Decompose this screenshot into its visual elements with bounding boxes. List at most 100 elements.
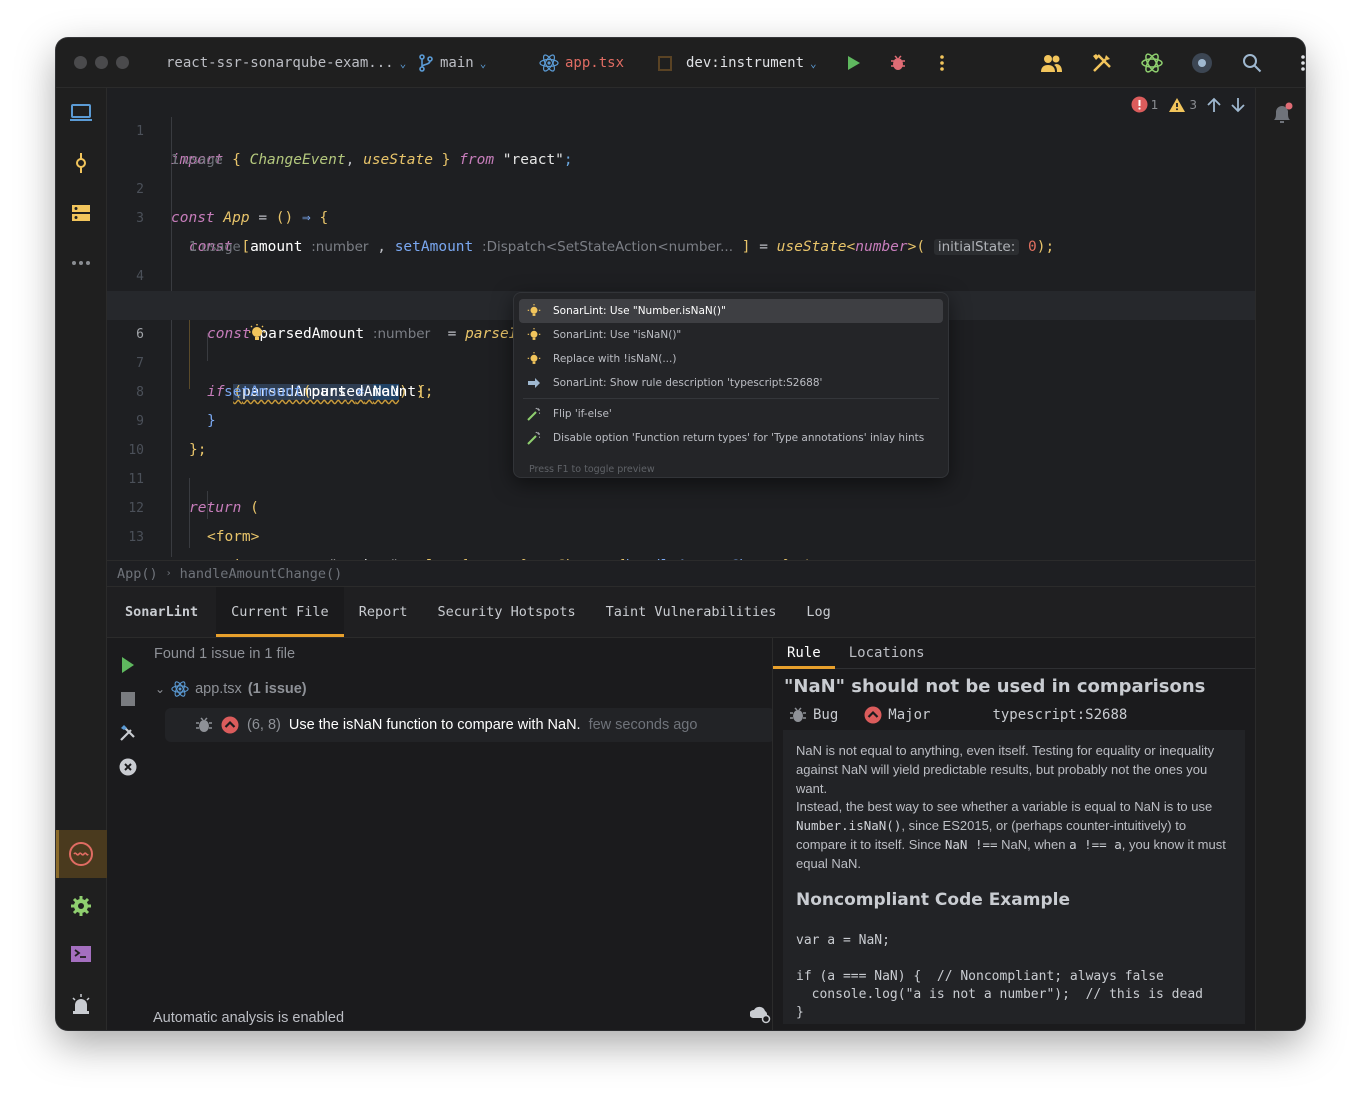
sonarlint-icon (69, 842, 93, 866)
intention-label: SonarLint: Show rule description 'typesc… (553, 377, 823, 389)
tools-icon (120, 725, 135, 741)
rule-severity: Major (888, 707, 931, 723)
more-vertical-icon (940, 55, 944, 71)
issue-row[interactable]: (6, 8) Use the isNaN function to compare… (165, 708, 775, 742)
wand-icon (527, 407, 541, 421)
usage-hint[interactable]: 1 usage (107, 117, 1255, 168)
branch-selector[interactable]: main ⌄ (418, 38, 486, 88)
more-actions-button[interactable] (929, 50, 955, 76)
terminal-tool-button[interactable] (68, 941, 94, 967)
chevron-down-icon[interactable]: ⌄ (155, 682, 165, 696)
project-name: react-ssr-sonarqube-exam... (166, 55, 394, 71)
breadcrumb-item[interactable]: handleAmountChange() (180, 566, 343, 582)
code-with-me-button[interactable] (1039, 50, 1065, 76)
breadcrumb-item[interactable]: App() (117, 566, 158, 582)
tools-icon (1093, 54, 1111, 72)
severity-major-icon (864, 706, 882, 724)
intention-label: SonarLint: Use "Number.isNaN()" (553, 305, 726, 317)
connected-mode-button[interactable] (749, 1004, 772, 1028)
run-config-icon (658, 55, 672, 71)
problems-tool-button[interactable] (68, 991, 94, 1017)
intention-item[interactable]: Disable option 'Function return types' f… (519, 426, 943, 450)
clear-button[interactable] (117, 756, 139, 778)
ide-window: react-ssr-sonarqube-exam... ⌄ main ⌄ app… (56, 38, 1305, 1030)
profile-button[interactable] (1189, 50, 1215, 76)
window-controls (74, 56, 129, 69)
chevron-down-icon: ⌄ (399, 56, 407, 70)
title-bar: react-ssr-sonarqube-exam... ⌄ main ⌄ app… (56, 38, 1305, 88)
analyze-button[interactable] (117, 654, 139, 676)
search-button[interactable] (1239, 50, 1265, 76)
server-icon (72, 205, 90, 221)
breadcrumb-separator-icon: › (165, 568, 172, 579)
file-name: app.tsx (195, 681, 242, 697)
maximize-window-button[interactable] (116, 56, 129, 69)
bug-icon (790, 707, 806, 722)
stop-button[interactable] (117, 688, 139, 710)
commit-tool-button[interactable] (68, 150, 94, 176)
main-menu-button[interactable] (1290, 50, 1305, 76)
cloud-settings-icon (749, 1006, 771, 1024)
intention-item[interactable]: SonarLint: Show rule description 'typesc… (519, 371, 943, 395)
more-tools-button[interactable] (68, 250, 94, 276)
file-name: app.tsx (565, 55, 625, 71)
tool-window-title: SonarLint (125, 604, 199, 620)
current-file-tab[interactable]: app.tsx (539, 38, 624, 88)
intention-item[interactable]: SonarLint: Use "isNaN()" (519, 323, 943, 347)
tab-rule[interactable]: Rule (773, 638, 835, 669)
sonarlint-tool-button[interactable] (68, 841, 94, 867)
rule-description: NaN is not equal to anything, even itsel… (783, 730, 1245, 1024)
tab-log[interactable]: Log (791, 587, 845, 637)
issue-count: (1 issue) (247, 681, 307, 697)
code-editor[interactable]: 1 3 1 import { ChangeEvent, useState } f… (107, 88, 1255, 560)
minimize-window-button[interactable] (95, 56, 108, 69)
file-tree-node[interactable]: ⌄ app.tsx (1 issue) (155, 680, 307, 698)
usage-hint[interactable]: 1 usage (107, 204, 1255, 255)
noncompliant-heading: Noncompliant Code Example (796, 889, 1070, 910)
commit-icon (76, 153, 86, 173)
issues-actions (117, 654, 139, 790)
tab-current-file[interactable]: Current File (216, 587, 344, 637)
intention-item[interactable]: Replace with !isNaN(...) (519, 347, 943, 371)
structure-tool-button[interactable] (68, 200, 94, 226)
alarm-icon (72, 994, 90, 1014)
project-tool-button[interactable] (68, 100, 94, 126)
close-circle-icon (119, 758, 137, 776)
run-config-selector[interactable]: dev:instrument ⌄ (658, 38, 817, 88)
services-tool-button[interactable] (68, 893, 94, 919)
sonarlint-tool-window: SonarLint Current File Report Security H… (107, 587, 1255, 1030)
laptop-icon (70, 104, 92, 121)
close-window-button[interactable] (74, 56, 87, 69)
code-line: 14 </form> (107, 523, 1255, 560)
intention-label: Replace with !isNaN(...) (553, 353, 677, 365)
project-selector[interactable]: react-ssr-sonarqube-exam... ⌄ (166, 38, 406, 88)
intention-item[interactable]: SonarLint: Use "Number.isNaN()" (519, 299, 943, 323)
code-line: 4 const handleAmountChange = (e: ChangeE… (107, 233, 1255, 313)
intention-label: Flip 'if-else' (553, 408, 612, 420)
bug-icon (891, 55, 905, 70)
issue-message: Use the isNaN function to compare with N… (288, 717, 581, 733)
ai-assistant-button[interactable] (1139, 50, 1165, 76)
rule-panel: Rule Locations "NaN" should not be used … (772, 638, 1255, 1030)
play-icon (848, 56, 860, 70)
rule-meta: Bug Major typescript:S2688 (789, 706, 1127, 724)
code-line: 3 const [amount :number , setAmount :Dis… (107, 175, 1255, 255)
branch-name: main (440, 55, 474, 71)
build-tools-button[interactable] (1089, 50, 1115, 76)
tab-locations[interactable]: Locations (835, 638, 939, 668)
rule-title: "NaN" should not be used in comparisons (784, 676, 1206, 697)
intentions-popup: SonarLint: Use "Number.isNaN()" SonarLin… (513, 292, 949, 478)
configure-button[interactable] (117, 722, 139, 744)
tab-security-hotspots[interactable]: Security Hotspots (422, 587, 590, 637)
debug-button[interactable] (885, 50, 911, 76)
run-button[interactable] (841, 50, 867, 76)
code-line: 13 <input type="number" value={amount} o… (107, 494, 1255, 560)
intention-label: Disable option 'Function return types' f… (553, 432, 925, 444)
tab-report[interactable]: Report (344, 587, 423, 637)
breadcrumb: App() › handleAmountChange() (107, 560, 1255, 587)
intention-item[interactable]: Flip 'if-else' (519, 402, 943, 426)
bulb-icon (527, 352, 541, 364)
notifications-button[interactable] (1270, 102, 1294, 130)
tab-taint-vulnerabilities[interactable]: Taint Vulnerabilities (591, 587, 792, 637)
git-branch-icon (419, 54, 433, 72)
